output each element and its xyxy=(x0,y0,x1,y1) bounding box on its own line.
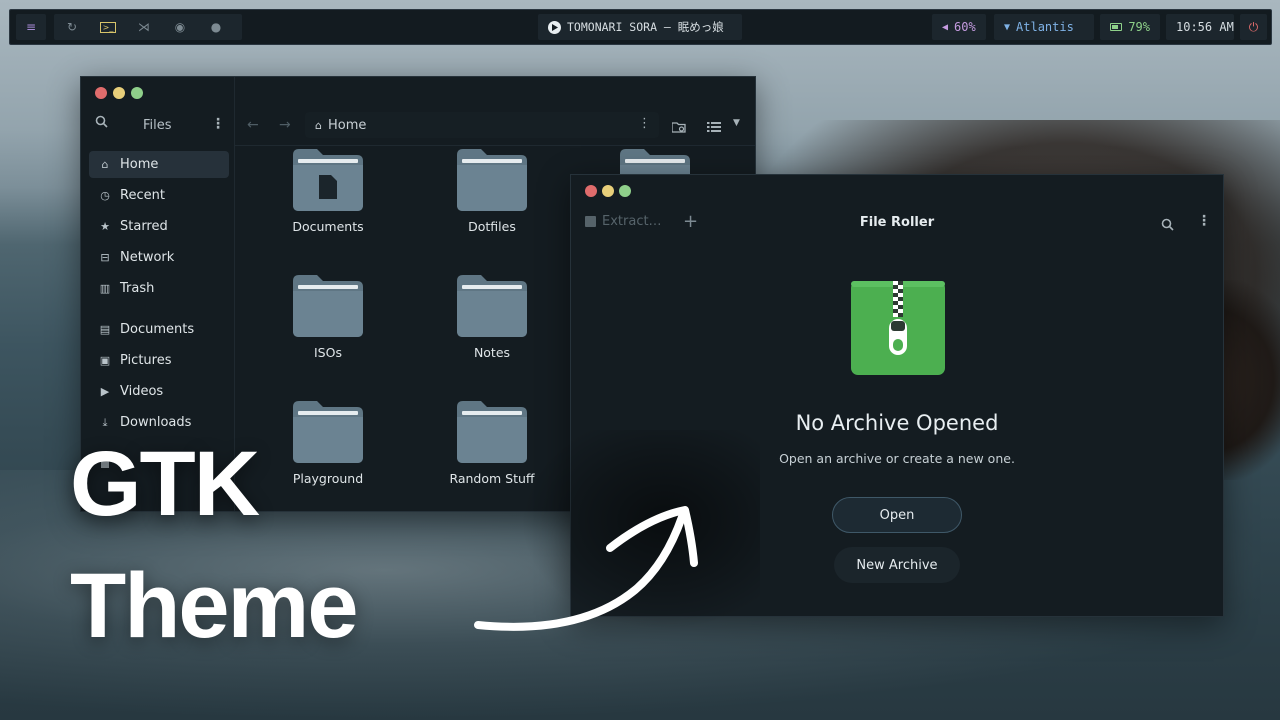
open-label: Open xyxy=(879,507,915,523)
menu-button[interactable]: ≡ xyxy=(16,14,46,40)
terminal-icon[interactable]: >_ xyxy=(90,14,126,40)
trash-icon: ▥ xyxy=(99,282,111,295)
folder-item[interactable]: Notes xyxy=(432,275,552,360)
back-icon[interactable]: ← xyxy=(247,117,259,133)
search-icon[interactable] xyxy=(95,115,108,132)
search-icon[interactable] xyxy=(1161,216,1174,235)
pointer-arrow-icon xyxy=(474,506,698,631)
play-icon[interactable] xyxy=(548,20,561,34)
open-button[interactable]: Open xyxy=(832,497,962,533)
folder-item[interactable]: ISOs xyxy=(268,275,388,360)
clock-text: 10:56 AM xyxy=(1176,20,1234,34)
folder-label: Documents xyxy=(292,219,364,234)
wifi-ssid: Atlantis xyxy=(1016,20,1074,34)
sidebar-item-documents[interactable]: ▤ Documents xyxy=(89,316,229,343)
new-folder-icon[interactable] xyxy=(671,118,686,137)
view-options-chevron-icon[interactable]: ▼ xyxy=(733,118,740,128)
folder-icon xyxy=(457,401,527,463)
folder-icon xyxy=(457,275,527,337)
new-archive-button[interactable]: New Archive xyxy=(834,547,960,583)
picture-icon: ▣ xyxy=(99,354,111,367)
sidebar-item-recent[interactable]: ◷ Recent xyxy=(89,182,229,209)
folder-label: ISOs xyxy=(314,345,342,360)
sidebar-item-downloads[interactable]: ⤓ Downloads xyxy=(89,409,229,436)
folder-icon xyxy=(293,149,363,211)
minimize-window-button[interactable] xyxy=(602,185,614,197)
refresh-icon[interactable]: ↻ xyxy=(54,14,90,40)
folder-icon xyxy=(293,275,363,337)
folder-icon xyxy=(293,401,363,463)
sidebar-item-label: Downloads xyxy=(120,415,192,430)
overlay-text-theme: Theme xyxy=(70,555,359,657)
download-icon: ⤓ xyxy=(102,415,108,429)
clock-icon: ◷ xyxy=(100,189,110,202)
close-window-button[interactable] xyxy=(585,185,597,197)
sidebar-menu-icon[interactable]: ⋮ xyxy=(211,116,225,132)
wifi-icon: ▼ xyxy=(1004,21,1011,33)
battery-value: 79% xyxy=(1128,20,1150,34)
sidebar-header: Files ⋮ xyxy=(81,107,233,139)
sidebar-item-videos[interactable]: ▶ Videos xyxy=(89,378,229,405)
sidebar-item-label: Trash xyxy=(120,281,155,296)
media-player[interactable]: TOMONARI SORA — 眠めっ娘 xyxy=(538,14,742,40)
media-track: TOMONARI SORA — 眠めっ娘 xyxy=(567,20,724,34)
video-icon: ▶ xyxy=(100,385,110,398)
sidebar-item-label: Network xyxy=(120,250,175,265)
clock: 10:56 AM xyxy=(1166,14,1234,40)
folder-label: Notes xyxy=(473,345,511,360)
location-label: Home xyxy=(327,117,367,133)
top-bar: ≡ ↻ >_ ⋊ ◉ ● TOMONARI SORA — 眠めっ娘 ◀ 60% … xyxy=(9,9,1272,45)
archive-placeholder-icon xyxy=(851,281,945,375)
power-button[interactable]: ⏻ xyxy=(1240,14,1267,40)
sidebar-item-starred[interactable]: ★ Starred xyxy=(89,213,229,240)
battery-icon xyxy=(1110,23,1123,31)
location-bar[interactable]: ⌂ Home ⋮ xyxy=(305,112,659,138)
battery-indicator[interactable]: 79% xyxy=(1100,14,1160,40)
home-icon: ⌂ xyxy=(101,158,109,171)
roller-headerbar: Extract… + File Roller ⋮ xyxy=(571,205,1223,241)
sidebar-item-label: Pictures xyxy=(120,353,172,368)
forward-icon[interactable]: → xyxy=(279,117,291,133)
list-view-icon[interactable] xyxy=(707,118,721,137)
sidebar-item-network[interactable]: ⊟ Network xyxy=(89,244,229,271)
folder-icon xyxy=(457,149,527,211)
star-icon: ★ xyxy=(100,220,110,233)
speaker-icon: ◀ xyxy=(942,21,949,33)
power-icon: ⏻ xyxy=(1248,19,1259,34)
folder-item[interactable]: Dotfiles xyxy=(432,149,552,234)
files-headerbar: ← → ⌂ Home ⋮ ▼ xyxy=(235,107,755,146)
new-archive-label: New Archive xyxy=(856,557,938,573)
discord-icon[interactable]: ◉ xyxy=(162,14,198,40)
sidebar-item-label: Home xyxy=(120,157,159,172)
wifi-indicator[interactable]: ▼ Atlantis xyxy=(994,14,1094,40)
volume-value: 60% xyxy=(954,20,976,34)
sidebar-item-home[interactable]: ⌂ Home xyxy=(89,151,229,178)
overlay-text-gtk: GTK xyxy=(70,433,260,535)
roller-menu-icon[interactable]: ⋮ xyxy=(1197,213,1211,229)
roller-title: File Roller xyxy=(859,215,935,230)
home-icon: ⌂ xyxy=(315,118,322,132)
folder-label: Dotfiles xyxy=(468,219,516,234)
sidebar-item-label: Recent xyxy=(120,188,165,203)
files-title: Files xyxy=(143,118,172,133)
app-launcher-group: ↻ >_ ⋊ ◉ ● xyxy=(54,14,242,40)
document-icon: ▤ xyxy=(99,323,111,336)
folder-label: Playground xyxy=(292,471,364,486)
volume-indicator[interactable]: ◀ 60% xyxy=(932,14,986,40)
menu-icon: ≡ xyxy=(25,20,37,34)
sidebar-item-pictures[interactable]: ▣ Pictures xyxy=(89,347,229,374)
folder-item[interactable]: Documents xyxy=(268,149,388,234)
network-icon: ⊟ xyxy=(100,251,110,264)
location-menu-icon[interactable]: ⋮ xyxy=(638,116,651,131)
vscode-icon[interactable]: ⋊ xyxy=(126,14,162,40)
sidebar-item-label: Documents xyxy=(120,322,195,337)
maximize-window-button[interactable] xyxy=(619,185,631,197)
sidebar-item-label: Videos xyxy=(120,384,164,399)
spotify-icon[interactable]: ● xyxy=(198,14,234,40)
sidebar-item-label: Starred xyxy=(120,219,168,234)
sidebar-item-trash[interactable]: ▥ Trash xyxy=(89,275,229,302)
folder-item[interactable]: Playground xyxy=(268,401,388,486)
